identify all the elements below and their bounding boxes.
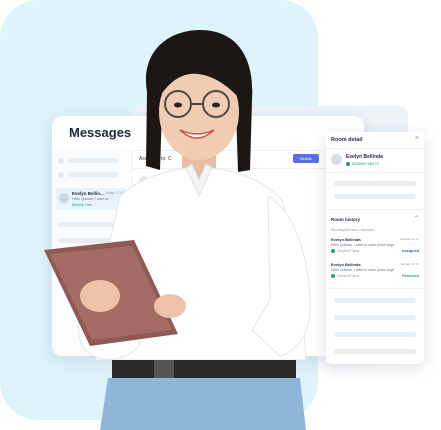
- eye-left: [174, 102, 182, 108]
- left-hand: [80, 280, 120, 312]
- right-hand: [154, 294, 186, 318]
- person-illustration: [44, 30, 311, 430]
- belt: [112, 360, 296, 378]
- eye-right: [212, 102, 220, 108]
- jeans: [100, 378, 306, 430]
- belt-buckle: [154, 360, 174, 378]
